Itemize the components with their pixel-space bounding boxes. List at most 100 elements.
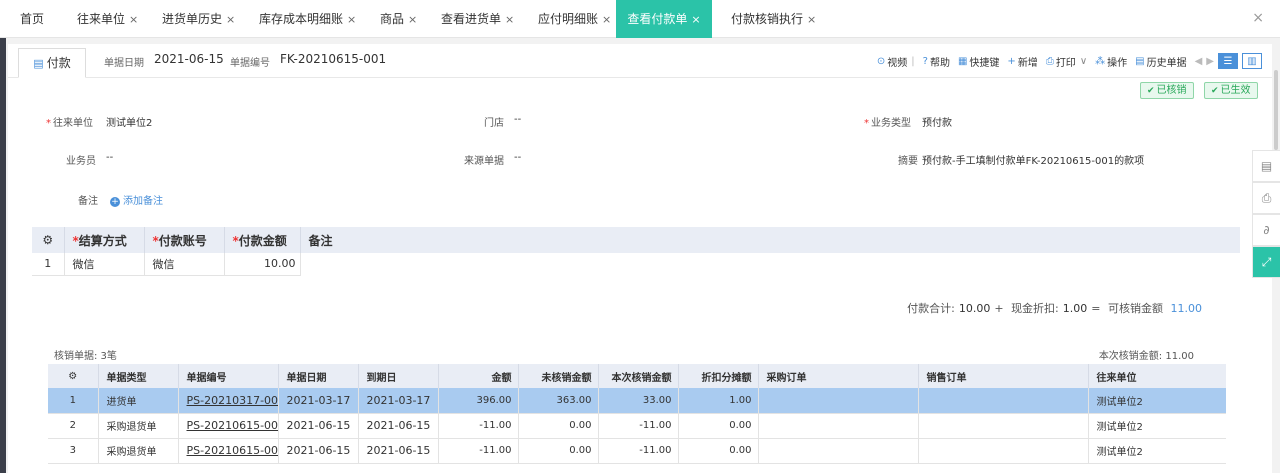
source-label: 来源单据 <box>464 156 504 167</box>
tab-goods[interactable]: 商品 × <box>380 0 417 38</box>
table-row[interactable]: 1 微信 微信 10.00 <box>32 253 1240 276</box>
row-index: 3 <box>48 438 99 464</box>
check-icon: ✔ <box>1211 86 1219 96</box>
tab-inventory-cost-ledger[interactable]: 库存成本明细账 × <box>259 0 356 38</box>
biz-type-value: 预付款 <box>922 118 952 129</box>
close-icon[interactable]: × <box>807 13 816 26</box>
summary-label: 摘要 <box>898 156 918 167</box>
close-icon[interactable]: × <box>602 13 611 26</box>
operations-button[interactable]: ⁂ 操作 <box>1095 54 1127 69</box>
add-note-button[interactable]: + 添加备注 <box>110 192 163 207</box>
column-header: 金额 <box>438 364 519 388</box>
unverified-cell: 0.00 <box>518 413 599 439</box>
table-row[interactable]: 1 进货单 PS-20210317-002 2021-03-17 2021-03… <box>48 388 1226 414</box>
chevron-down-icon[interactable]: ∨ <box>1080 56 1087 67</box>
close-icon[interactable]: × <box>408 13 417 26</box>
tab-label: 库存成本明细账 <box>259 12 344 26</box>
doc-type-cell: 进货单 <box>98 388 179 414</box>
unverified-cell: 363.00 <box>518 388 599 414</box>
this-verify-cell[interactable]: 33.00 <box>598 388 679 414</box>
tab-view-payment[interactable]: 查看付款单 × <box>616 0 712 38</box>
next-icon[interactable]: ▶ <box>1206 56 1214 67</box>
close-icon[interactable]: × <box>691 13 700 26</box>
tab-view-purchase[interactable]: 查看进货单 × <box>441 0 514 38</box>
clerk-label: 业务员 <box>66 156 96 167</box>
prev-icon[interactable]: ◀ <box>1195 56 1203 67</box>
partner-cell: 测试单位2 <box>1088 438 1226 464</box>
row-index: 1 <box>48 388 99 414</box>
table-row[interactable]: 3 采购退货单 PS-20210615-006 2021-06-15 2021-… <box>48 438 1226 464</box>
note-cell[interactable] <box>300 253 1240 275</box>
doc-type-label: 付款 <box>46 56 71 70</box>
grid-view-icon[interactable]: ▥ <box>1242 53 1262 69</box>
plus-circle-icon: + <box>110 197 120 207</box>
close-icon[interactable]: × <box>129 13 138 26</box>
doc-date-label: 单据日期 <box>104 58 144 69</box>
history-button[interactable]: ▤ 历史单据 <box>1135 54 1186 69</box>
tab-label: 查看付款单 <box>627 12 688 26</box>
close-icon[interactable]: × <box>226 13 235 26</box>
list-view-icon[interactable]: ☰ <box>1218 53 1238 69</box>
shortcut-label: 快捷键 <box>969 57 1000 69</box>
equals-sign: = <box>1091 302 1101 315</box>
discount-cell[interactable]: 0.00 <box>678 438 759 464</box>
document-icon[interactable]: ▤ <box>1252 150 1280 182</box>
print-label: 打印 <box>1055 57 1076 69</box>
tab-purchase-history[interactable]: 进货单历史 × <box>162 0 235 38</box>
this-verify-cell[interactable]: -11.00 <box>598 413 679 439</box>
table-row[interactable]: 2 采购退货单 PS-20210615-005 2021-06-15 2021-… <box>48 413 1226 439</box>
printer-icon: ⎙ <box>1045 55 1054 67</box>
doc-no-link[interactable]: PS-20210615-005 <box>178 413 279 439</box>
expand-icon[interactable]: ⤢ <box>1252 246 1280 278</box>
biz-type-label: * 业务类型 <box>864 118 911 129</box>
history-label: 历史单据 <box>1146 57 1187 69</box>
plus-icon: + <box>1007 55 1016 67</box>
row-index: 1 <box>32 253 65 276</box>
settle-method-cell[interactable]: 微信 <box>64 253 145 276</box>
help-button[interactable]: ? 帮助 <box>923 54 950 69</box>
doc-date-value: 2021-06-15 <box>154 52 224 66</box>
print-button[interactable]: ⎙ 打印 ∨ <box>1046 54 1087 69</box>
tab-partners[interactable]: 往来单位 × <box>77 0 138 38</box>
amount-cell: -11.00 <box>438 413 519 439</box>
tab-payment-verify[interactable]: 付款核销执行 × <box>731 0 816 38</box>
source-value: -- <box>514 152 522 163</box>
tab-home[interactable]: 首页 <box>20 0 44 38</box>
verified-badge: ✔ 已核销 <box>1140 82 1194 99</box>
partner-value: 测试单位2 <box>106 118 153 129</box>
this-verify-cell[interactable]: -11.00 <box>598 438 679 464</box>
column-settings-icon[interactable]: ⚙ <box>48 364 99 388</box>
close-icon[interactable]: × <box>1252 10 1264 26</box>
column-header: *付款金额 <box>224 227 301 253</box>
available-value: 11.00 <box>1170 302 1203 315</box>
video-label: 视频 <box>887 57 908 69</box>
scrollbar[interactable] <box>1274 70 1278 150</box>
attachment-icon[interactable]: ∂ <box>1252 214 1280 246</box>
printer-icon[interactable]: ⎙ <box>1252 182 1280 214</box>
column-header: 未核销金额 <box>518 364 599 388</box>
store-value: -- <box>514 114 522 125</box>
discount-cell[interactable]: 0.00 <box>678 413 759 439</box>
doc-no-label: 单据编号 <box>230 58 270 69</box>
amount-cell[interactable]: 10.00 <box>224 253 301 276</box>
tab-label: 首页 <box>20 12 45 26</box>
amount-cell: 396.00 <box>438 388 519 414</box>
add-button[interactable]: + 新增 <box>1007 54 1037 69</box>
account-cell[interactable]: 微信 <box>144 253 225 276</box>
tab-label: 查看进货单 <box>441 12 502 26</box>
doc-no-link[interactable]: PS-20210615-006 <box>178 438 279 464</box>
video-button[interactable]: ⊙ 视频 <box>877 54 907 69</box>
tab-bar: 首页 往来单位 × 进货单历史 × 库存成本明细账 × 商品 × 查看进货单 × 应付明细… <box>0 0 1280 38</box>
doc-no-link[interactable]: PS-20210317-002 <box>178 388 279 414</box>
tab-payables-ledger[interactable]: 应付明细账 × <box>538 0 611 38</box>
close-icon[interactable]: × <box>505 13 514 26</box>
partner-cell: 测试单位2 <box>1088 413 1226 439</box>
close-icon[interactable]: × <box>347 13 356 26</box>
doc-type-tab[interactable]: ▤ 付款 <box>18 48 86 78</box>
discount-cell[interactable]: 1.00 <box>678 388 759 414</box>
shortcut-button[interactable]: ▦ 快捷键 <box>958 54 999 69</box>
po-cell <box>758 388 919 414</box>
doc-no-value: FK-20210615-001 <box>280 52 387 66</box>
doc-type-cell: 采购退货单 <box>98 413 179 439</box>
column-settings-icon[interactable]: ⚙ <box>32 227 65 253</box>
